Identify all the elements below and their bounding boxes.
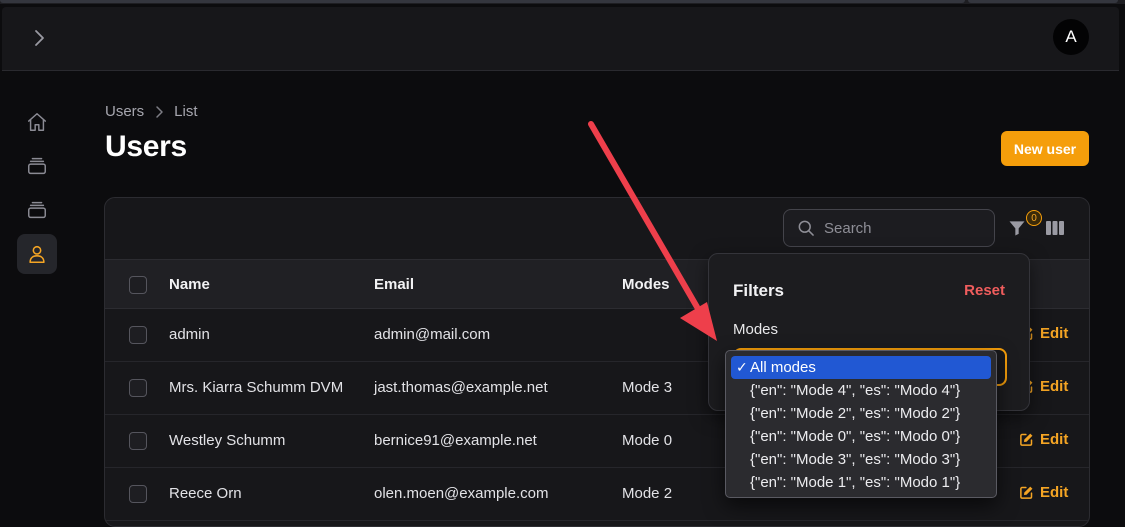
user-avatar[interactable]: A	[1053, 19, 1089, 55]
sidebar-toggle-chevron-icon[interactable]	[26, 25, 52, 51]
browser-top-strip	[0, 0, 1125, 4]
user-name: Reece Orn	[169, 485, 242, 502]
filters-reset-button[interactable]: Reset	[964, 282, 1005, 299]
row-checkbox[interactable]	[129, 485, 147, 503]
top-strip-segment	[0, 0, 965, 3]
edit-label: Edit	[1040, 431, 1069, 448]
user-email: jast.thomas@example.net	[374, 379, 548, 396]
top-bar: A	[2, 7, 1119, 71]
column-header-email[interactable]: Email	[374, 276, 414, 293]
sidebar-item-resource-1[interactable]	[17, 146, 57, 186]
user-email: olen.moen@example.com	[374, 485, 549, 502]
option-label: All modes	[750, 359, 816, 376]
breadcrumb: Users List	[105, 103, 198, 120]
user-email: admin@mail.com	[374, 326, 491, 343]
option-label: {"en": "Mode 0", "es": "Modo 0"}	[750, 428, 961, 445]
column-header-modes[interactable]: Modes	[622, 276, 670, 293]
option-label: {"en": "Mode 3", "es": "Modo 3"}	[750, 451, 961, 468]
row-checkbox[interactable]	[129, 379, 147, 397]
user-name: Westley Schumm	[169, 432, 286, 449]
edit-label: Edit	[1040, 378, 1069, 395]
pencil-square-icon	[1020, 433, 1033, 446]
breadcrumb-item-list: List	[174, 103, 198, 120]
columns-icon[interactable]	[1045, 220, 1065, 241]
option-label: {"en": "Mode 2", "es": "Modo 2"}	[750, 405, 961, 422]
new-user-button[interactable]: New user	[1001, 131, 1089, 166]
edit-button[interactable]: Edit	[1019, 431, 1068, 448]
modes-option-all[interactable]: ✓ All modes	[731, 356, 991, 379]
stack-icon	[28, 201, 46, 219]
modes-option[interactable]: {"en": "Mode 0", "es": "Modo 0"}	[731, 425, 991, 448]
sidebar-item-users[interactable]	[17, 234, 57, 274]
user-mode: Mode 2	[622, 485, 673, 502]
modes-option[interactable]: {"en": "Mode 1", "es": "Modo 1"}	[731, 471, 991, 494]
home-icon	[28, 113, 46, 131]
user-icon	[29, 245, 45, 264]
modes-option[interactable]: {"en": "Mode 2", "es": "Modo 2"}	[731, 402, 991, 425]
user-email: bernice91@example.net	[374, 432, 537, 449]
option-label: {"en": "Mode 4", "es": "Modo 4"}	[750, 382, 961, 399]
modes-option[interactable]: {"en": "Mode 3", "es": "Modo 3"}	[731, 448, 991, 471]
modes-filter-label: Modes	[733, 321, 779, 338]
user-name: Mrs. Kiarra Schumm DVM	[169, 379, 344, 396]
user-name: admin	[169, 326, 210, 343]
user-mode: Mode 3	[622, 379, 673, 396]
row-checkbox[interactable]	[129, 432, 147, 450]
stack-icon	[28, 157, 46, 175]
modes-option[interactable]: {"en": "Mode 4", "es": "Modo 4"}	[731, 379, 991, 402]
search-input[interactable]	[824, 219, 974, 237]
user-mode: Mode 0	[622, 432, 673, 449]
edit-button[interactable]: Edit	[1019, 484, 1068, 501]
filter-icon[interactable]	[1007, 218, 1027, 243]
edit-label: Edit	[1040, 484, 1069, 501]
row-checkbox[interactable]	[129, 326, 147, 344]
sidebar-item-resource-2[interactable]	[17, 190, 57, 230]
top-strip-segment	[968, 0, 1118, 3]
column-header-name[interactable]: Name	[169, 276, 210, 293]
sidebar	[0, 72, 74, 515]
checkmark-icon: ✓	[736, 359, 748, 375]
filters-title: Filters	[733, 281, 785, 300]
pencil-square-icon	[1020, 486, 1033, 499]
edit-label: Edit	[1040, 325, 1069, 342]
breadcrumb-item-users[interactable]: Users	[105, 103, 144, 120]
search-field[interactable]	[783, 209, 995, 247]
chevron-right-icon	[154, 105, 164, 119]
sidebar-item-home[interactable]	[17, 102, 57, 142]
modes-dropdown-list: ✓ All modes {"en": "Mode 4", "es": "Modo…	[725, 350, 997, 498]
search-icon	[798, 220, 814, 236]
page-title: Users	[105, 130, 187, 163]
select-all-checkbox[interactable]	[129, 276, 147, 294]
option-label: {"en": "Mode 1", "es": "Modo 1"}	[750, 474, 961, 491]
filter-count-badge: 0	[1026, 210, 1042, 226]
